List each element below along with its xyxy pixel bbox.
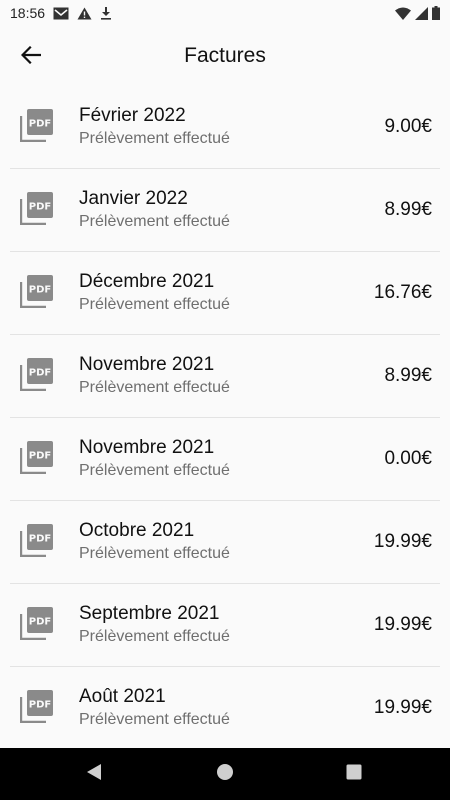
warning-icon xyxy=(77,7,92,20)
invoice-status: Prélèvement effectué xyxy=(79,130,230,147)
download-icon xyxy=(100,6,112,20)
invoice-status: Prélèvement effectué xyxy=(79,462,230,479)
invoice-status: Prélèvement effectué xyxy=(79,628,230,645)
pdf-icon: PDF xyxy=(19,440,54,475)
invoice-period: Février 2022 xyxy=(79,105,186,126)
status-bar: 18:56 xyxy=(0,0,450,26)
pdf-icon: PDF xyxy=(19,606,54,641)
battery-icon xyxy=(432,6,440,20)
nav-home-button[interactable] xyxy=(215,763,235,786)
pdf-icon: PDF xyxy=(19,274,54,309)
svg-text:PDF: PDF xyxy=(29,285,51,296)
back-triangle-icon xyxy=(86,763,102,786)
nav-recents-button[interactable] xyxy=(344,764,364,784)
invoice-period: Septembre 2021 xyxy=(79,603,220,624)
invoice-amount: 19.99€ xyxy=(373,614,432,635)
invoice-amount: 19.99€ xyxy=(373,531,432,552)
invoice-status: Prélèvement effectué xyxy=(79,379,230,396)
status-time: 18:56 xyxy=(10,5,46,21)
pdf-icon: PDF xyxy=(19,108,54,143)
wifi-icon xyxy=(395,7,411,20)
invoice-list: PDF Février 2022 Prélèvement effectué 9.… xyxy=(0,86,450,750)
invoice-status: Prélèvement effectué xyxy=(79,296,230,313)
invoice-period: Novembre 2021 xyxy=(79,354,215,375)
pdf-icon: PDF xyxy=(19,689,54,724)
invoice-row[interactable]: PDF Septembre 2021 Prélèvement effectué … xyxy=(10,584,440,667)
page-title: Factures xyxy=(184,44,266,67)
pdf-icon: PDF xyxy=(19,523,54,558)
invoice-amount: 8.99€ xyxy=(384,199,432,220)
svg-text:PDF: PDF xyxy=(29,202,51,213)
svg-text:PDF: PDF xyxy=(29,617,51,628)
system-nav-bar xyxy=(0,748,450,800)
invoice-period: Août 2021 xyxy=(79,686,166,707)
nav-back-button[interactable] xyxy=(84,763,104,786)
invoice-row[interactable]: PDF Août 2021 Prélèvement effectué 19.99… xyxy=(10,667,440,750)
invoice-row[interactable]: PDF Janvier 2022 Prélèvement effectué 8.… xyxy=(10,169,440,252)
invoice-row[interactable]: PDF Octobre 2021 Prélèvement effectué 19… xyxy=(10,501,440,584)
app-bar: Factures xyxy=(0,26,450,88)
recents-square-icon xyxy=(346,764,362,785)
invoice-amount: 9.00€ xyxy=(384,116,432,137)
invoice-row[interactable]: PDF Décembre 2021 Prélèvement effectué 1… xyxy=(10,252,440,335)
home-circle-icon xyxy=(216,763,234,786)
gmail-icon xyxy=(53,7,69,20)
invoice-period: Janvier 2022 xyxy=(79,188,188,209)
invoice-row[interactable]: PDF Novembre 2021 Prélèvement effectué 8… xyxy=(10,335,440,418)
svg-text:PDF: PDF xyxy=(29,700,51,711)
invoice-period: Novembre 2021 xyxy=(79,437,215,458)
invoice-status: Prélèvement effectué xyxy=(79,213,230,230)
invoice-amount: 16.76€ xyxy=(373,282,432,303)
invoice-row[interactable]: PDF Février 2022 Prélèvement effectué 9.… xyxy=(10,86,440,169)
signal-icon xyxy=(415,6,428,20)
svg-text:PDF: PDF xyxy=(29,534,51,545)
svg-text:PDF: PDF xyxy=(29,119,51,130)
svg-text:PDF: PDF xyxy=(29,368,51,379)
invoice-status: Prélèvement effectué xyxy=(79,711,230,728)
invoice-amount: 8.99€ xyxy=(384,365,432,386)
invoice-row[interactable]: PDF Novembre 2021 Prélèvement effectué 0… xyxy=(10,418,440,501)
svg-text:PDF: PDF xyxy=(29,451,51,462)
invoice-amount: 0.00€ xyxy=(384,448,432,469)
pdf-icon: PDF xyxy=(19,191,54,226)
invoice-period: Décembre 2021 xyxy=(79,271,215,292)
invoice-amount: 19.99€ xyxy=(373,697,432,718)
invoice-period: Octobre 2021 xyxy=(79,520,195,541)
invoice-status: Prélèvement effectué xyxy=(79,545,230,562)
pdf-icon: PDF xyxy=(19,357,54,392)
